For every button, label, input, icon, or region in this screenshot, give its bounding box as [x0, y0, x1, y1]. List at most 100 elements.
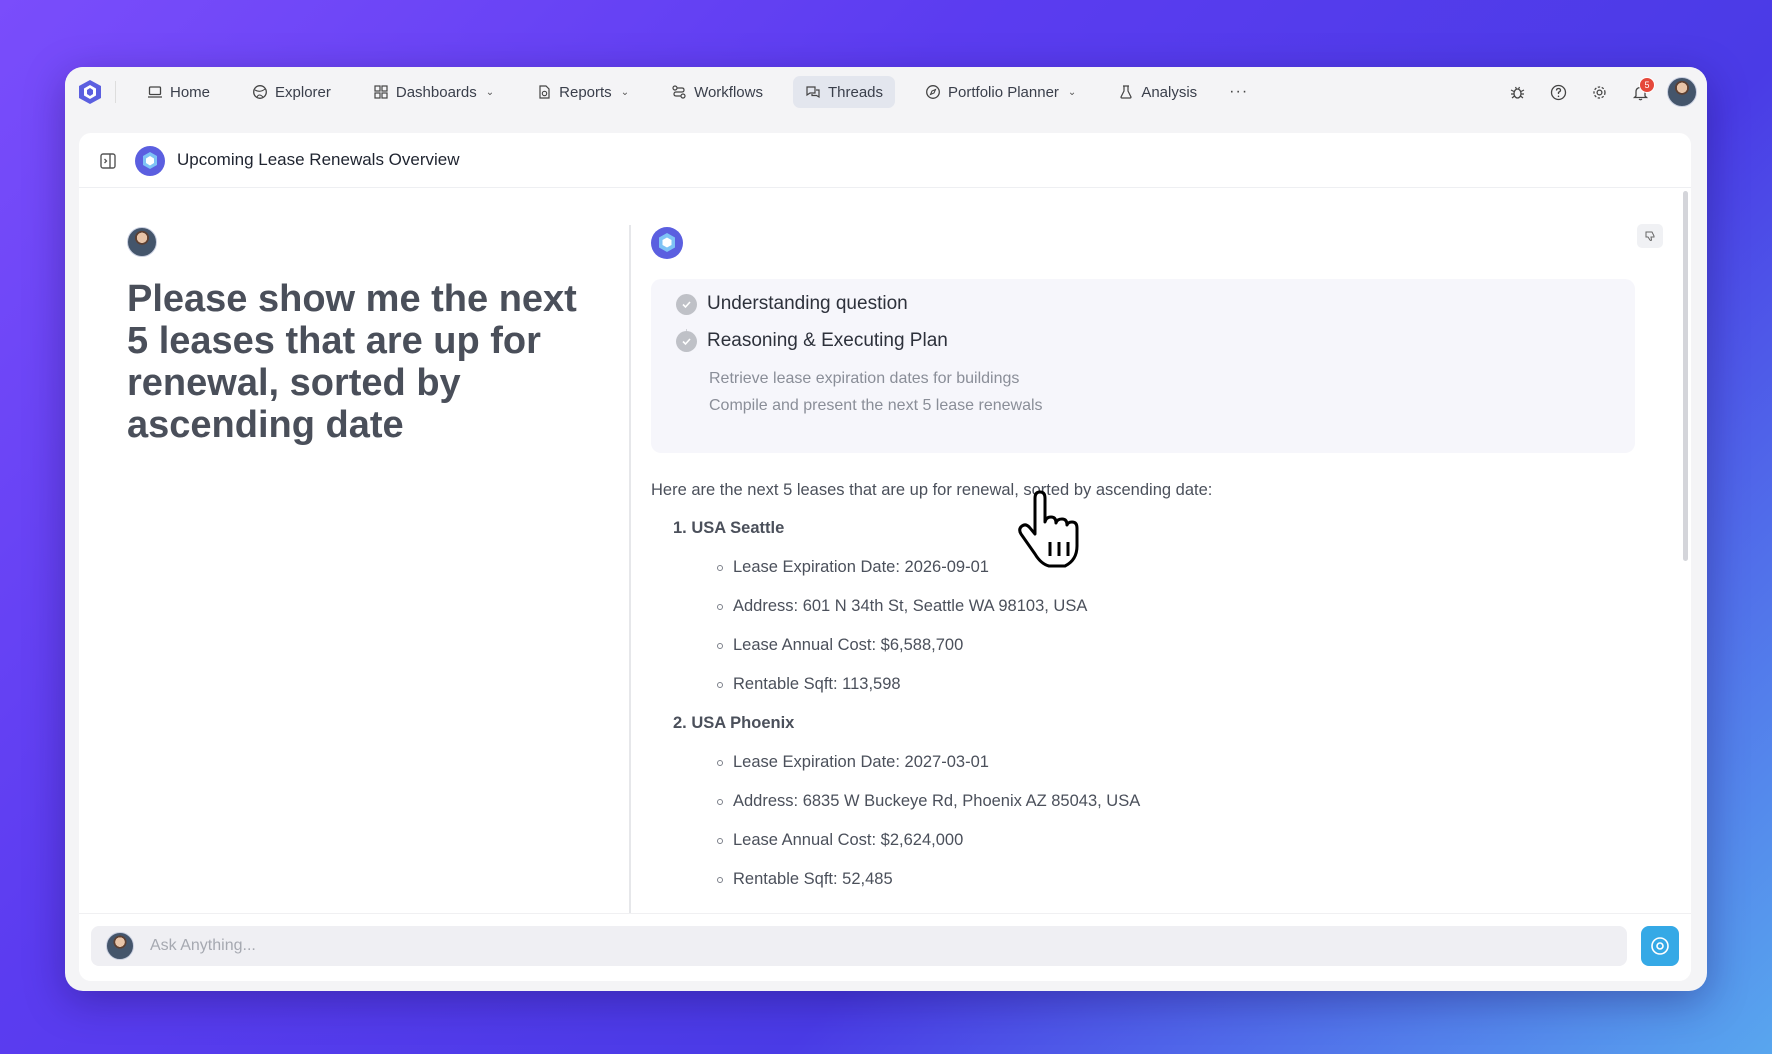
thumbs-down-icon: [1645, 231, 1655, 241]
chat-input-bar: [79, 913, 1691, 981]
compass-icon: [926, 85, 940, 99]
ask-input[interactable]: [134, 926, 1627, 966]
nav-explorer-label: Explorer: [275, 83, 331, 101]
settings-button[interactable]: [1579, 75, 1620, 109]
substep: Retrieve lease expiration dates for buil…: [709, 370, 1020, 387]
chevron-down-icon: ⌄: [485, 86, 495, 98]
chat-input-container: [91, 926, 1627, 966]
nav-reports-label: Reports: [559, 83, 612, 101]
thread-logo-icon: [135, 146, 165, 176]
top-nav: Home Explorer Dashboards ⌄ Reports ⌄ Wor…: [65, 67, 1707, 117]
nav-portfolio-planner-label: Portfolio Planner: [948, 83, 1059, 101]
scrollbar[interactable]: [1683, 191, 1688, 561]
sidebar-toggle-icon[interactable]: [99, 152, 117, 170]
nav-dashboards[interactable]: Dashboards ⌄: [361, 76, 506, 108]
step-understanding: Understanding question: [676, 293, 908, 315]
lease-detail: Lease Expiration Date: 2026-09-01: [717, 558, 989, 577]
user-question: Please show me the next 5 leases that ar…: [127, 278, 577, 446]
nav-threads[interactable]: Threads: [792, 76, 896, 108]
assistant-logo-icon: [651, 227, 683, 259]
hand-cursor-icon: [1018, 490, 1079, 568]
send-icon: [1651, 937, 1669, 955]
lease-detail: Lease Annual Cost: $2,624,000: [717, 831, 963, 850]
question-author-avatar: [127, 227, 157, 257]
help-icon: [1550, 84, 1567, 100]
lease-detail-text: Lease Expiration Date: 2027-03-01: [733, 753, 989, 771]
help-button[interactable]: [1538, 75, 1579, 109]
nav-home-label: Home: [170, 83, 211, 101]
laptop-icon: [148, 86, 162, 98]
lease-detail: Lease Annual Cost: $6,588,700: [717, 636, 963, 655]
check-icon: [676, 330, 697, 352]
bullet-icon: [717, 564, 723, 571]
lease-detail-text: Lease Annual Cost: $6,588,700: [733, 636, 964, 654]
nav-analysis-label: Analysis: [1141, 83, 1198, 101]
answer-intro: Here are the next 5 leases that are up f…: [651, 481, 1213, 499]
nav-portfolio-planner[interactable]: Portfolio Planner ⌄: [913, 76, 1088, 108]
bullet-icon: [717, 642, 723, 649]
app-logo[interactable]: [73, 75, 107, 109]
nav-threads-label: Threads: [827, 83, 884, 101]
thread-panel: Upcoming Lease Renewals Overview Please …: [79, 133, 1691, 981]
chat-icon: [806, 86, 820, 99]
lease-detail-text: Lease Expiration Date: 2026-09-01: [733, 558, 989, 576]
question-column: Please show me the next 5 leases that ar…: [79, 189, 629, 919]
workflow-icon: [672, 85, 686, 99]
chevron-down-icon: ⌄: [1067, 86, 1077, 98]
lease-item-title: 1. USA Seattle: [673, 519, 785, 537]
answer-column: Understanding question Reasoning & Execu…: [651, 189, 1663, 919]
lease-detail: Rentable Sqft: 113,598: [717, 675, 901, 694]
notification-badge: 5: [1639, 77, 1655, 93]
more-menu-button[interactable]: ···: [1229, 83, 1248, 101]
nav-items: Home Explorer Dashboards ⌄ Reports ⌄ Wor…: [135, 76, 1248, 108]
bullet-icon: [717, 876, 723, 883]
thread-header: Upcoming Lease Renewals Overview: [79, 133, 1691, 188]
grid-icon: [374, 85, 388, 99]
chevron-down-icon: ⌄: [620, 86, 630, 98]
nav-right-actions: 5: [1497, 75, 1697, 109]
step-label: Understanding question: [707, 293, 908, 314]
bullet-icon: [717, 837, 723, 844]
bug-icon: [1510, 86, 1525, 99]
lease-detail: Rentable Sqft: 52,485: [717, 870, 893, 889]
flask-icon: [1120, 85, 1132, 99]
thread-title: Upcoming Lease Renewals Overview: [177, 150, 460, 169]
thumbs-down-button[interactable]: [1637, 224, 1663, 248]
check-icon: [676, 293, 697, 315]
lease-detail-text: Lease Annual Cost: $2,624,000: [733, 831, 964, 849]
lease-item-title: 2. USA Phoenix: [673, 714, 795, 732]
notifications-button[interactable]: 5: [1620, 75, 1661, 109]
step-reasoning: Reasoning & Executing Plan: [676, 330, 948, 352]
nav-home[interactable]: Home: [135, 76, 222, 108]
gear-icon: [1593, 85, 1606, 99]
input-user-avatar: [106, 932, 134, 960]
nav-divider: [115, 81, 116, 103]
reasoning-steps: Understanding question Reasoning & Execu…: [651, 279, 1635, 453]
lease-detail: Lease Expiration Date: 2027-03-01: [717, 753, 989, 772]
lease-detail-text: Address: 601 N 34th St, Seattle WA 98103…: [733, 597, 1088, 615]
nav-workflows-label: Workflows: [694, 83, 763, 101]
bullet-icon: [717, 759, 723, 766]
bug-report-button[interactable]: [1497, 75, 1538, 109]
nav-dashboards-label: Dashboards: [395, 83, 477, 101]
nav-explorer[interactable]: Explorer: [240, 76, 343, 108]
globe-icon: [253, 85, 267, 99]
logo-icon: [79, 80, 101, 104]
step-label: Reasoning & Executing Plan: [707, 330, 948, 351]
user-avatar[interactable]: [1667, 77, 1697, 107]
nav-reports[interactable]: Reports ⌄: [524, 76, 641, 108]
column-divider: [629, 225, 631, 925]
report-icon: [539, 85, 550, 99]
bullet-icon: [717, 603, 723, 610]
nav-analysis[interactable]: Analysis: [1106, 76, 1209, 108]
lease-detail-text: Rentable Sqft: 113,598: [733, 675, 901, 693]
send-button[interactable]: [1641, 926, 1679, 966]
bullet-icon: [717, 798, 723, 805]
nav-workflows[interactable]: Workflows: [659, 76, 775, 108]
lease-detail-text: Rentable Sqft: 52,485: [733, 870, 893, 888]
substep: Compile and present the next 5 lease ren…: [709, 397, 1043, 414]
bullet-icon: [717, 681, 723, 688]
app-window: Home Explorer Dashboards ⌄ Reports ⌄ Wor…: [65, 67, 1707, 991]
lease-detail-text: Address: 6835 W Buckeye Rd, Phoenix AZ 8…: [733, 792, 1141, 810]
lease-detail: Address: 601 N 34th St, Seattle WA 98103…: [717, 597, 1087, 616]
